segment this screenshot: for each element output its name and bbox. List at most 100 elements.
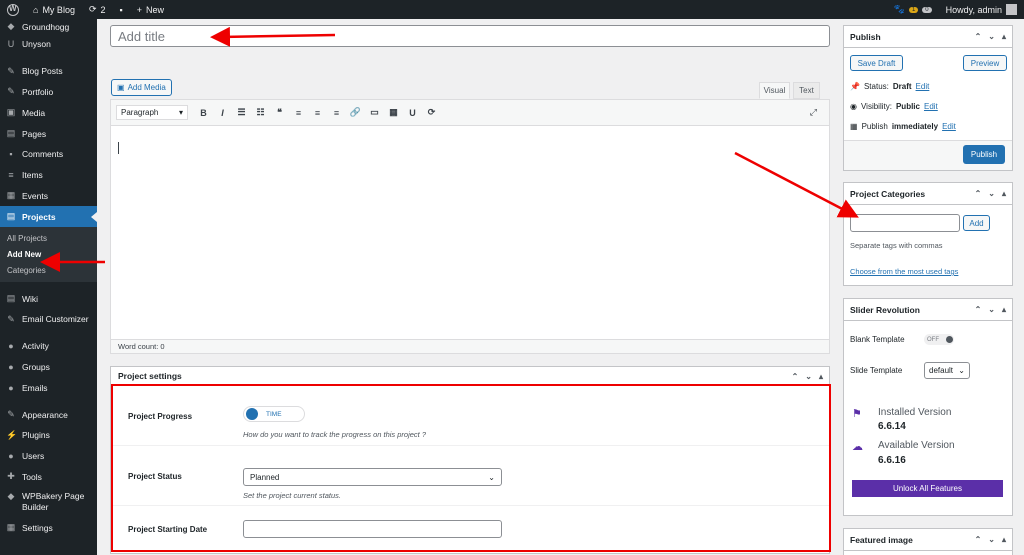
sidebar-item-groundhogg[interactable]: ◆ Groundhogg (0, 19, 97, 34)
sidebar-item-wpbakery[interactable]: ◆ WPBakery Page Builder (0, 487, 97, 517)
text-caret (118, 142, 119, 154)
unyson-icon[interactable]: U (403, 108, 422, 118)
add-category-button[interactable]: Add (963, 215, 990, 231)
tab-visual[interactable]: Visual (759, 82, 790, 99)
edit-visibility-link[interactable]: Edit (924, 102, 938, 111)
numbered-list-icon[interactable]: ☷ (251, 107, 270, 118)
refresh-icon[interactable]: ⟳ (422, 107, 441, 118)
chevron-up-icon[interactable]: ⌃ (975, 305, 982, 314)
sidebar-item-unyson[interactable]: U Unyson (0, 34, 97, 55)
chevron-down-icon[interactable]: ⌄ (805, 372, 812, 381)
categories-header: Project Categories ⌃ ⌄ ▴ (844, 183, 1012, 205)
visibility-line: ◉ Visibility: Public Edit (850, 102, 938, 111)
projects-submenu: All Projects Add New Categories (0, 227, 97, 283)
plugin-notifications[interactable]: 🐾 1 0 (887, 0, 939, 19)
slider-revolution-box: Slider Revolution ⌃ ⌄ ▴ Blank Template OFF… (843, 298, 1013, 516)
preview-button[interactable]: Preview (963, 55, 1007, 71)
quote-icon[interactable]: ❝ (270, 107, 289, 118)
collapse-icon[interactable]: ▴ (1002, 189, 1006, 198)
collapse-icon[interactable]: ▴ (1002, 305, 1006, 314)
collapse-icon[interactable]: ▴ (1002, 32, 1006, 41)
progress-toggle[interactable]: TIME (243, 406, 305, 422)
new-category-input[interactable] (850, 214, 960, 232)
toolbar-toggle-icon[interactable]: ▦ (384, 107, 403, 118)
chevron-up-icon[interactable]: ⌃ (975, 32, 982, 41)
updates-menu[interactable]: ⟳ 2 (82, 0, 113, 19)
chevron-up-icon[interactable]: ⌃ (792, 372, 799, 381)
sidebar-item-media[interactable]: ▣ Media (0, 102, 97, 123)
format-select[interactable]: Paragraph ▾ (116, 105, 188, 120)
sidebar-item-settings[interactable]: ▦ Settings (0, 517, 97, 538)
installed-version-value: 6.6.14 (878, 421, 906, 432)
collapse-icon[interactable]: ▴ (819, 372, 823, 381)
start-date-input[interactable] (243, 520, 502, 538)
collapse-icon[interactable]: ▴ (1002, 535, 1006, 544)
edit-schedule-link[interactable]: Edit (942, 122, 956, 131)
sidebar-item-items[interactable]: ≡ Items (0, 165, 97, 186)
publish-button[interactable]: Publish (963, 145, 1005, 164)
sidebar-item-pages[interactable]: ▤ Pages (0, 123, 97, 144)
editor-toolbar: Paragraph ▾ B I ☰ ☷ ❝ ≡ ≡ ≡ 🔗 ▭ ▦ U ⟳ ⤢ (111, 100, 829, 126)
sidebar-item-plugins[interactable]: ⚡ Plugins (0, 425, 97, 446)
wp-logo-menu[interactable] (0, 0, 26, 19)
bold-icon[interactable]: B (194, 108, 213, 118)
status-select[interactable]: Planned ⌄ (243, 468, 502, 486)
new-label: New (145, 4, 164, 15)
sidebar-item-portfolio[interactable]: ✎ Portfolio (0, 82, 97, 103)
chevron-down-icon[interactable]: ⌄ (988, 535, 995, 544)
email-icon: ● (8, 382, 14, 393)
my-account-menu[interactable]: Howdy, admin (939, 0, 1024, 19)
add-media-button[interactable]: ▣ Add Media (111, 79, 172, 96)
tab-text[interactable]: Text (793, 82, 820, 99)
categories-help: Separate tags with commas (850, 241, 943, 250)
sidebar-item-tools[interactable]: ✚ Tools (0, 467, 97, 488)
sidebar-item-comments[interactable]: ▪ Comments (0, 144, 97, 165)
save-draft-button[interactable]: Save Draft (850, 55, 903, 71)
site-name-menu[interactable]: ⌂ My Blog (26, 0, 82, 19)
blank-template-toggle[interactable]: OFF (924, 334, 954, 345)
pin-icon: ✎ (7, 86, 15, 97)
sidebar-item-events[interactable]: ▦ Events (0, 186, 97, 207)
sidebar-item-users[interactable]: ● Users (0, 446, 97, 467)
sidebar-item-appearance[interactable]: ✎ Appearance (0, 404, 97, 425)
sidebar-item-email-customizer[interactable]: ✎ Email Customizer (0, 309, 97, 330)
settings-icon: ▦ (6, 522, 16, 533)
chevron-down-icon[interactable]: ⌄ (988, 305, 995, 314)
read-more-icon[interactable]: ▭ (365, 107, 384, 118)
submenu-categories[interactable]: Categories (0, 262, 97, 278)
chevron-down-icon[interactable]: ⌄ (988, 32, 995, 41)
editor-body[interactable] (111, 126, 829, 343)
sidebar-item-activity[interactable]: ● Activity (0, 336, 97, 357)
main-content: Add title ▣ Add Media Visual Text Paragr… (97, 19, 843, 555)
chevron-down-icon[interactable]: ⌄ (988, 189, 995, 198)
new-content-menu[interactable]: + New (130, 0, 171, 19)
comments-menu[interactable]: ▪ (113, 0, 130, 19)
wordpress-icon (7, 3, 19, 16)
bullet-list-icon[interactable]: ☰ (232, 107, 251, 118)
slide-template-select[interactable]: default ⌄ (924, 362, 970, 379)
post-title-input[interactable]: Add title (110, 25, 830, 47)
activity-icon: ● (8, 341, 14, 352)
sidebar-item-blog-posts[interactable]: ✎ Blog Posts (0, 61, 97, 82)
choose-tags-link[interactable]: Choose from the most used tags (850, 267, 958, 276)
link-icon[interactable]: 🔗 (346, 107, 365, 118)
fullscreen-icon[interactable]: ⤢ (810, 107, 817, 118)
italic-icon[interactable]: I (213, 108, 232, 118)
submenu-add-new[interactable]: Add New (0, 246, 97, 262)
align-right-icon[interactable]: ≡ (327, 108, 346, 118)
sidebar-item-wiki[interactable]: ▤ Wiki (0, 288, 97, 309)
sidebar-item-groups[interactable]: ● Groups (0, 357, 97, 378)
comments-icon: ▪ (9, 149, 13, 160)
align-center-icon[interactable]: ≡ (308, 108, 327, 118)
unyson-icon: U (7, 39, 15, 50)
chevron-up-icon[interactable]: ⌃ (975, 189, 982, 198)
edit-status-link[interactable]: Edit (916, 82, 930, 91)
submenu-all-projects[interactable]: All Projects (0, 230, 97, 246)
align-left-icon[interactable]: ≡ (289, 108, 308, 118)
sidebar-item-projects[interactable]: ▤ Projects (0, 206, 97, 228)
unlock-features-button[interactable]: Unlock All Features (852, 480, 1003, 497)
featured-image-box: Featured image ⌃ ⌄ ▴ (843, 528, 1013, 555)
status-row: Project Status Planned ⌄ Set the project… (111, 446, 829, 506)
chevron-up-icon[interactable]: ⌃ (975, 535, 982, 544)
sidebar-item-emails[interactable]: ● Emails (0, 377, 97, 398)
